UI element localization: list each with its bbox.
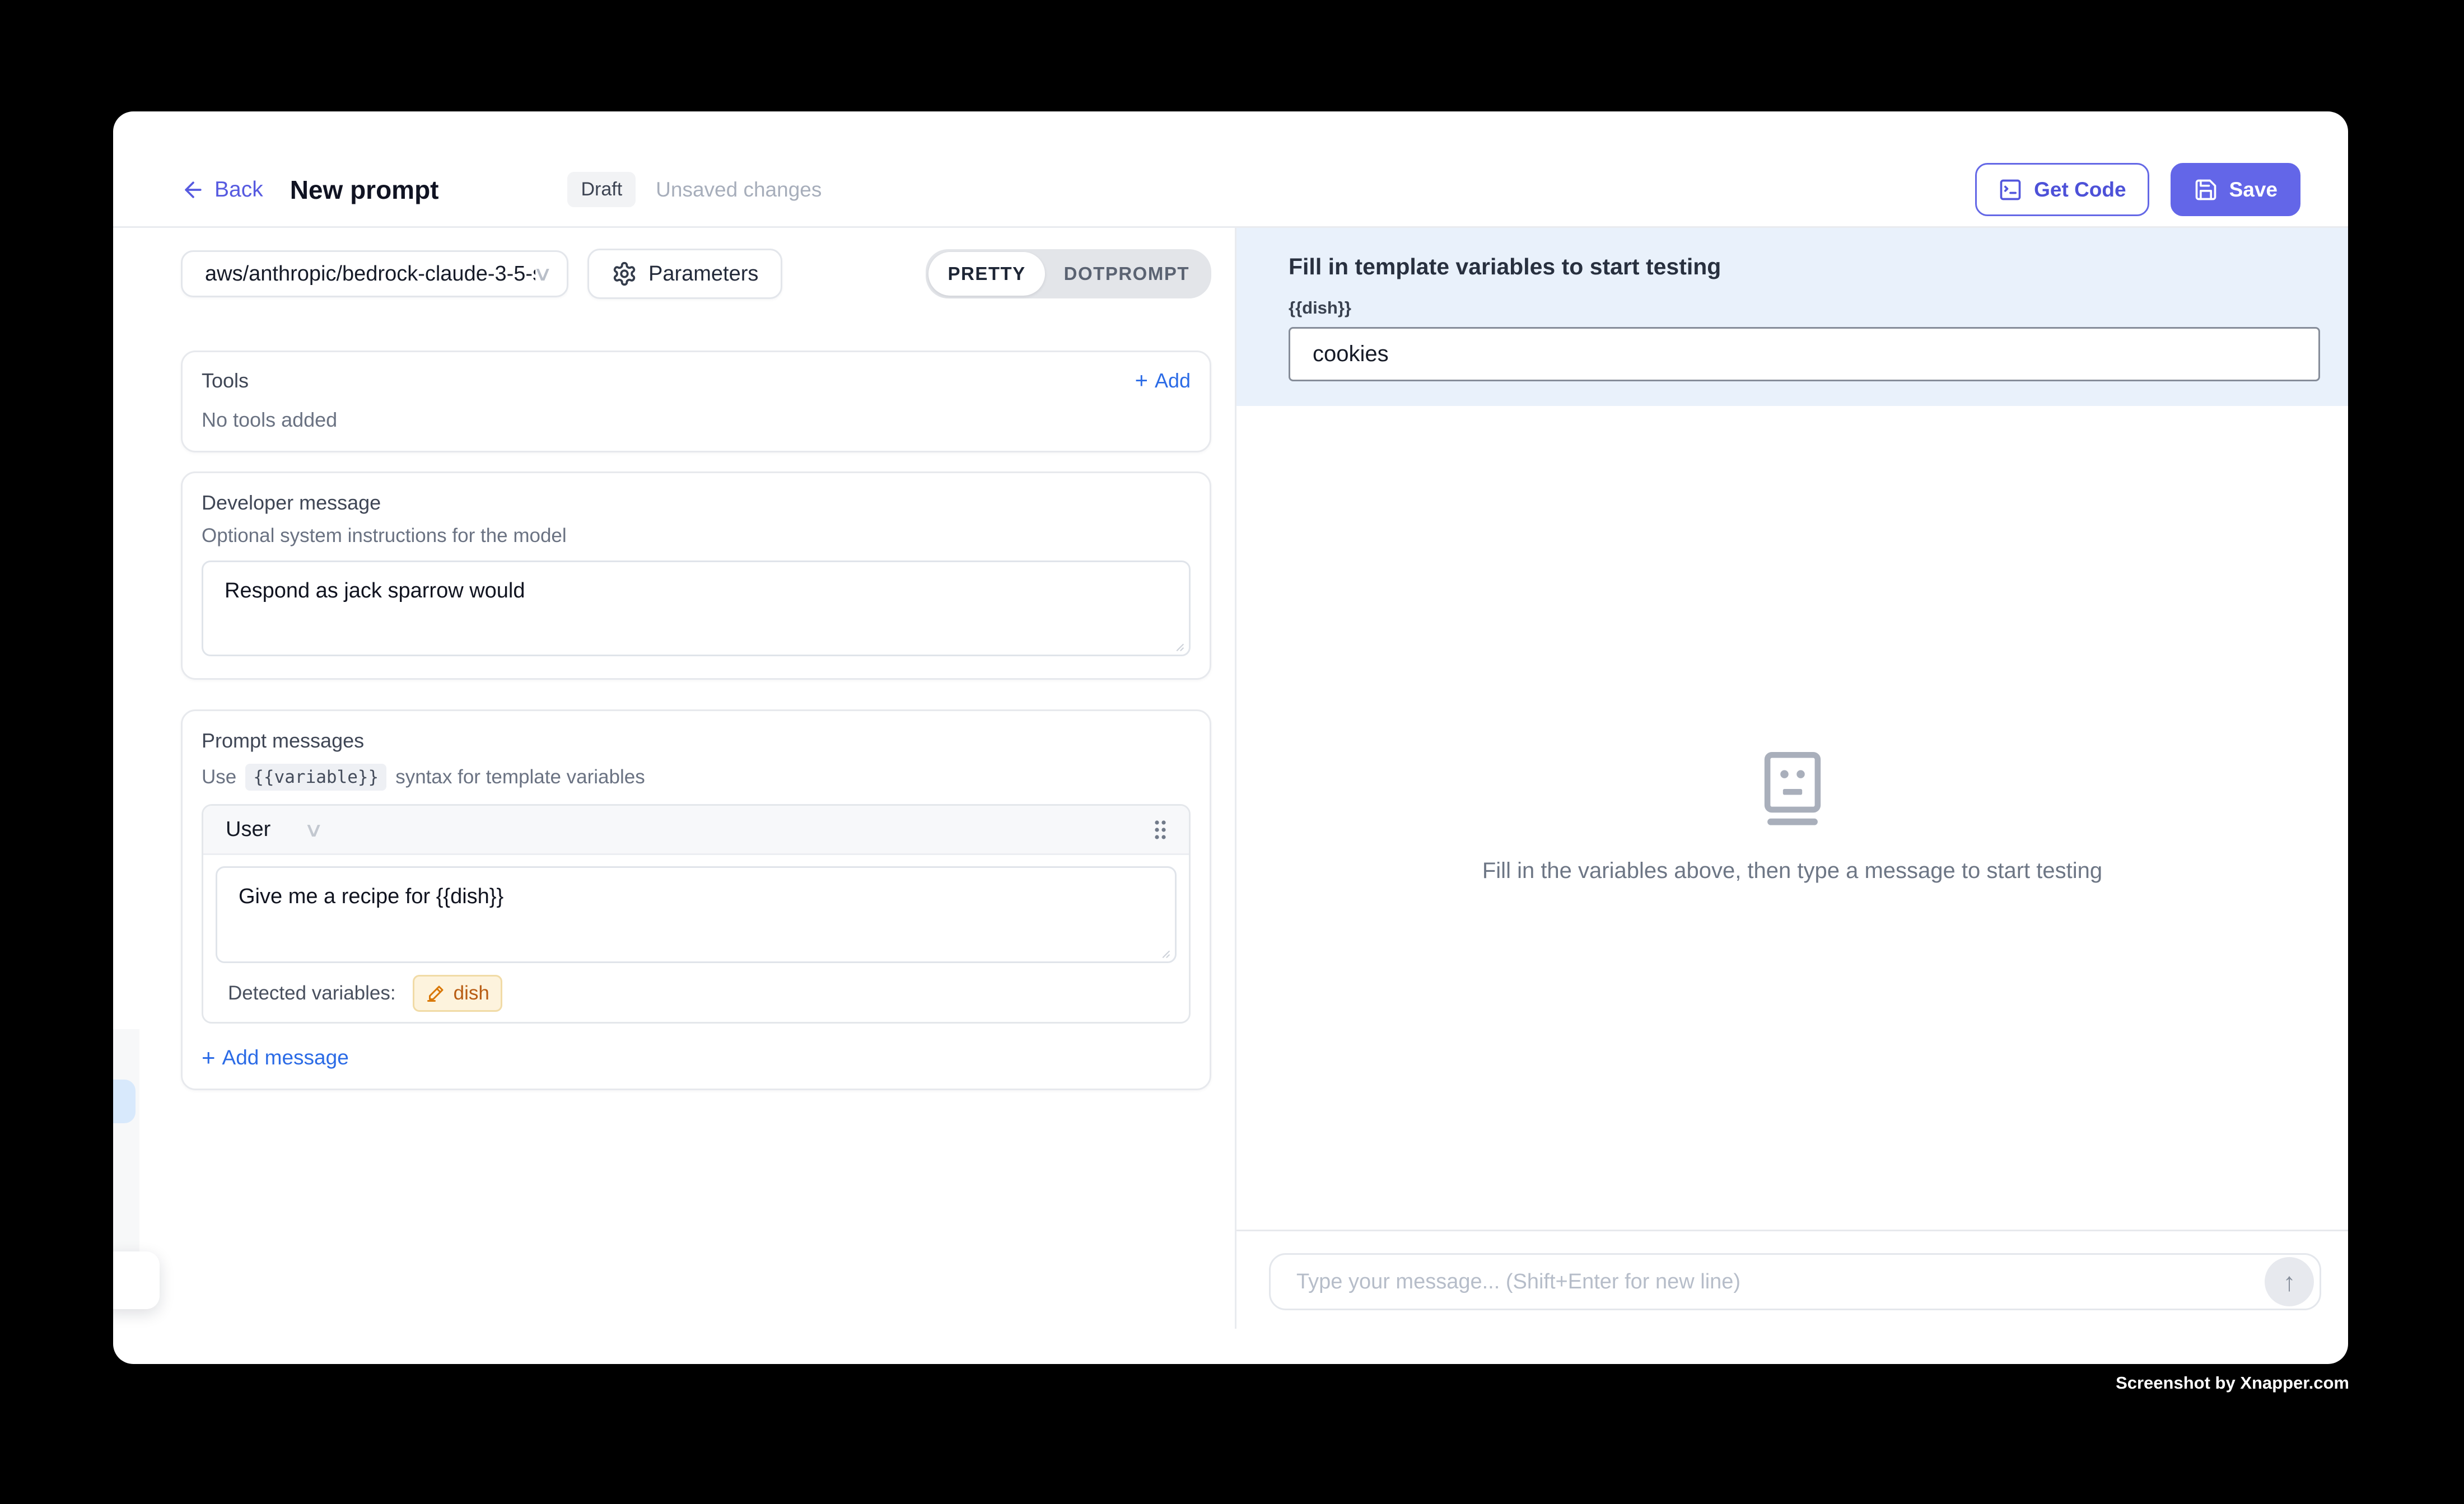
developer-message-input[interactable]: Respond as jack sparrow would <box>202 561 1191 656</box>
developer-message-subtitle: Optional system instructions for the mod… <box>202 525 1191 547</box>
model-selector-value: aws/anthropic/bedrock-claude-3-5-s... <box>205 262 535 286</box>
role-selector[interactable]: User ∨ <box>226 818 321 842</box>
message-block: User ∨ Give me a recipe for {{dish}} <box>202 804 1191 1024</box>
add-message-label: Add message <box>222 1046 349 1069</box>
chevron-down-icon: ∨ <box>304 820 324 840</box>
message-body: Give me a recipe for {{dish}} Detected v… <box>203 855 1189 1022</box>
edge-popover <box>113 1251 160 1309</box>
terminal-square-icon <box>1998 178 2023 202</box>
app-window: Back New prompt Draft Unsaved changes Ge… <box>113 111 2348 1364</box>
role-value: User <box>226 818 270 842</box>
add-tool-label: Add <box>1155 369 1191 393</box>
add-message-button[interactable]: + Add message <box>202 1046 1191 1069</box>
save-button[interactable]: Save <box>2171 163 2300 216</box>
detected-variables-label: Detected variables: <box>228 982 396 1005</box>
get-code-button[interactable]: Get Code <box>1975 163 2149 216</box>
tools-empty-text: No tools added <box>202 408 1191 432</box>
window-bottom-strip <box>113 1329 2348 1364</box>
toggle-pretty[interactable]: PRETTY <box>928 252 1044 296</box>
tools-title: Tools <box>202 369 249 393</box>
gear-icon <box>612 261 637 287</box>
prompt-messages-title: Prompt messages <box>202 729 1191 753</box>
unsaved-changes-text: Unsaved changes <box>656 178 822 202</box>
back-label: Back <box>214 178 263 202</box>
plus-icon: + <box>202 1046 216 1069</box>
header: Back New prompt Draft Unsaved changes Ge… <box>113 111 2348 228</box>
view-toggle: PRETTY DOTPROMPT <box>926 249 1211 298</box>
template-variables-box: Fill in template variables to start test… <box>1236 228 2348 406</box>
model-row: aws/anthropic/bedrock-claude-3-5-s... ∨ … <box>181 250 1211 297</box>
back-button[interactable]: Back <box>181 178 263 202</box>
toggle-dotprompt[interactable]: DOTPROMPT <box>1045 252 1208 296</box>
syntax-hint: Use {{variable}} syntax for template var… <box>202 764 1191 791</box>
variable-label: {{dish}} <box>1289 298 2320 318</box>
variable-badge-label: dish <box>454 982 489 1005</box>
variable-value-input[interactable] <box>1289 327 2320 381</box>
add-tool-button[interactable]: + Add <box>1135 369 1191 393</box>
variable-badge-dish[interactable]: dish <box>413 975 502 1012</box>
grip-dots-icon <box>1152 819 1169 841</box>
prompt-messages-card: Prompt messages Use {{variable}} syntax … <box>181 709 1211 1090</box>
chevron-down-icon: ∨ <box>533 264 553 284</box>
tools-card: Tools + Add No tools added <box>181 351 1211 452</box>
syntax-hint-prefix: Use <box>202 766 236 788</box>
plus-icon: + <box>1135 370 1148 392</box>
developer-message-card: Developer message Optional system instru… <box>181 471 1211 680</box>
model-selector[interactable]: aws/anthropic/bedrock-claude-3-5-s... ∨ <box>181 250 568 297</box>
main: aws/anthropic/bedrock-claude-3-5-s... ∨ … <box>113 228 2348 1329</box>
save-label: Save <box>2229 178 2278 202</box>
developer-message-title: Developer message <box>202 491 1191 515</box>
prompt-editor-panel: aws/anthropic/bedrock-claude-3-5-s... ∨ … <box>113 228 1236 1329</box>
message-header: User ∨ <box>203 806 1189 855</box>
arrow-left-icon <box>181 178 206 202</box>
detected-variables-row: Detected variables: dish <box>216 975 1177 1012</box>
chat-message-input[interactable] <box>1295 1269 2265 1295</box>
pencil-line-icon <box>426 983 446 1003</box>
get-code-label: Get Code <box>2034 178 2126 202</box>
header-actions: Get Code Save <box>1975 163 2300 216</box>
status-badge: Draft <box>567 172 636 207</box>
chat-footer: ↑ <box>1236 1230 2348 1329</box>
empty-state-text: Fill in the variables above, then type a… <box>1482 858 2102 884</box>
parameters-label: Parameters <box>648 262 758 286</box>
variable-syntax-chip: {{variable}} <box>245 764 386 791</box>
drag-handle[interactable] <box>1152 819 1169 841</box>
tester-panel: Fill in template variables to start test… <box>1236 228 2348 1329</box>
watermark-text: Screenshot by Xnapper.com <box>2116 1373 2349 1393</box>
send-button[interactable]: ↑ <box>2265 1257 2314 1306</box>
page-title: New prompt <box>290 175 439 205</box>
sidebar-selection-notch <box>113 1080 136 1123</box>
variables-title: Fill in template variables to start test… <box>1289 254 2320 280</box>
chat-input-bar: ↑ <box>1269 1253 2321 1310</box>
parameters-button[interactable]: Parameters <box>587 249 782 299</box>
message-input[interactable]: Give me a recipe for {{dish}} <box>216 866 1177 963</box>
chat-empty-state: Fill in the variables above, then type a… <box>1236 406 2348 1230</box>
arrow-up-icon: ↑ <box>2283 1267 2296 1297</box>
bot-face-icon <box>1762 752 1823 826</box>
save-icon <box>2194 178 2218 202</box>
syntax-hint-suffix: syntax for template variables <box>395 766 645 788</box>
